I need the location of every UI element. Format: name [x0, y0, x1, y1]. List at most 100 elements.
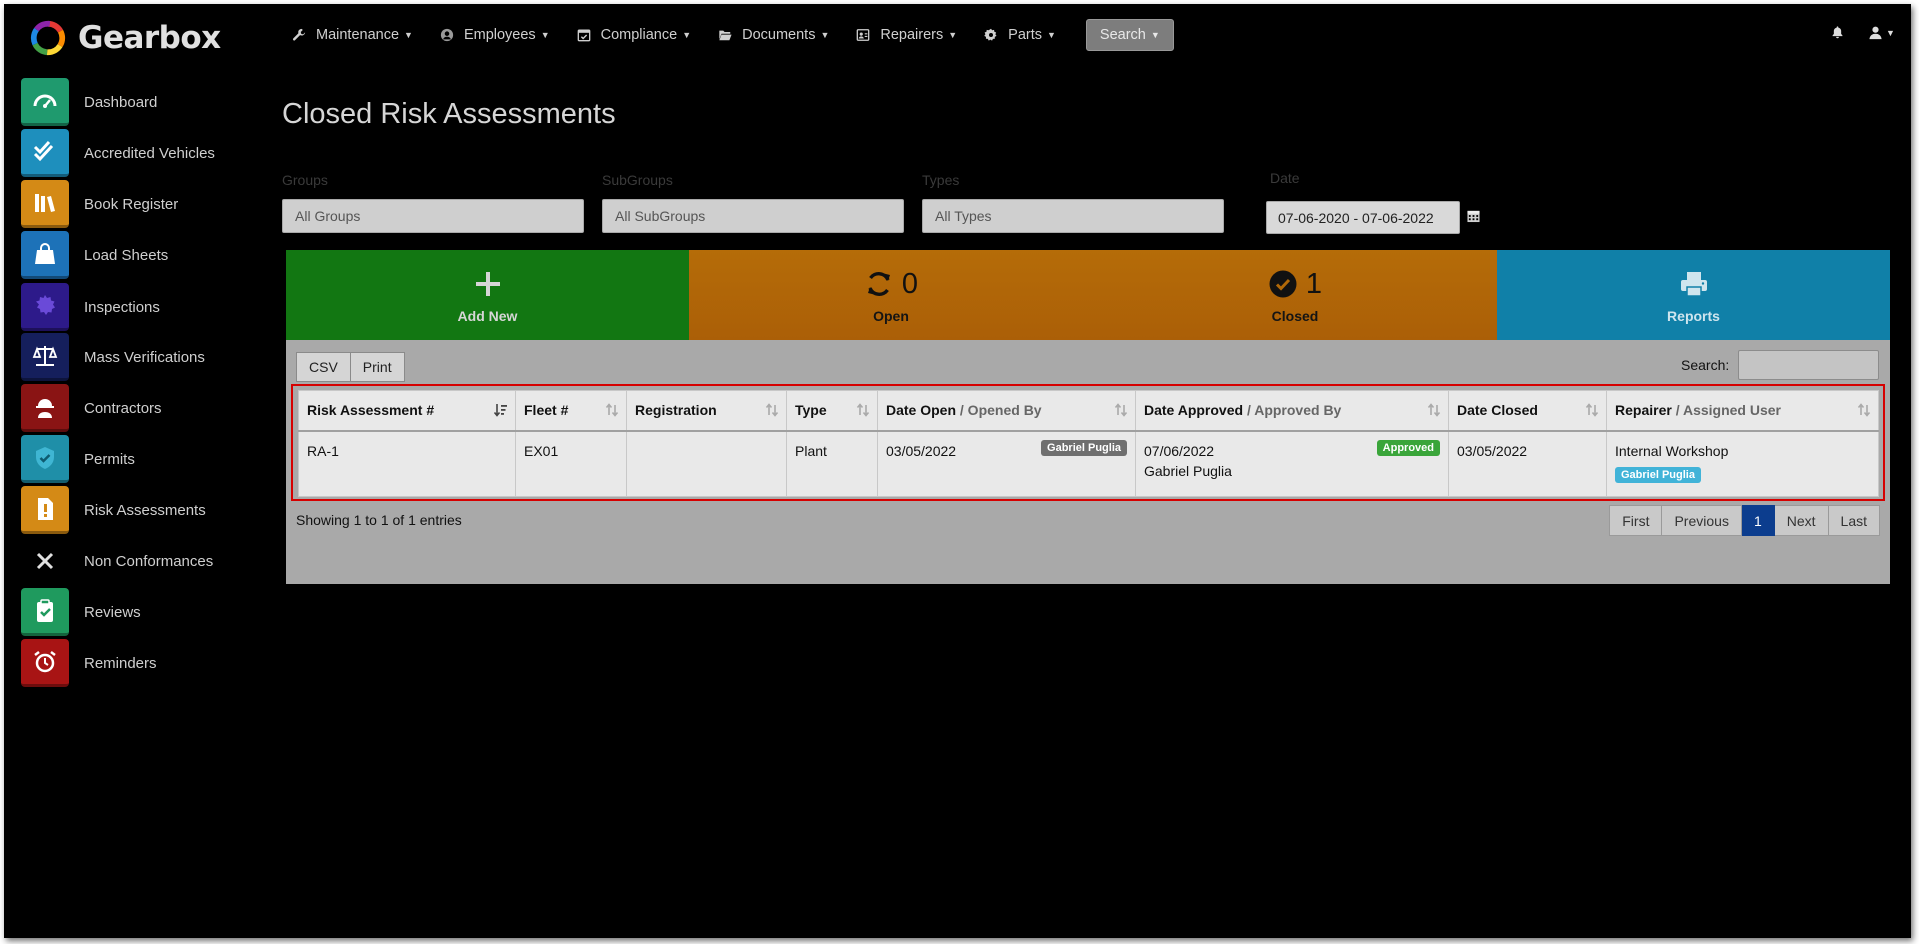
- menu-employees-label: Employees: [463, 27, 536, 43]
- sidebar-item-mass-verifications[interactable]: Mass Verifications: [21, 332, 251, 382]
- x-icon: [21, 537, 69, 585]
- sort-icon: [856, 403, 870, 420]
- add-new-label: Add New: [457, 308, 518, 324]
- closed-label: Closed: [1271, 308, 1319, 324]
- global-search-button[interactable]: Search ▼: [1085, 19, 1174, 51]
- menu-documents-label: Documents: [742, 27, 816, 43]
- status-tiles: 0 Open 1 Closed: [689, 250, 1497, 340]
- refresh-icon: [867, 272, 890, 296]
- column-header-label: Date Open: [886, 402, 957, 419]
- date-range-input[interactable]: 07-06-2020 - 07-06-2022: [1266, 201, 1460, 234]
- groups-select[interactable]: All Groups: [282, 199, 584, 233]
- menu-compliance[interactable]: Compliance ▼: [577, 27, 691, 43]
- sidebar-item-label: Permits: [84, 450, 135, 468]
- column-header-sublabel: / Assigned User: [1671, 402, 1781, 419]
- sidebar-item-label: Load Sheets: [84, 246, 169, 264]
- cell-date-approved: 07/06/2022 Approved Gabriel Puglia: [1135, 430, 1449, 497]
- plus-icon: [475, 272, 500, 296]
- menu-maintenance[interactable]: Maintenance ▼: [292, 27, 413, 43]
- types-select[interactable]: All Types: [922, 199, 1224, 233]
- table-header-row: Risk Assessment # Fleet # Registration Type…: [298, 390, 1879, 432]
- column-header-label: Repairer: [1615, 402, 1672, 419]
- column-header-registration[interactable]: Registration: [626, 390, 787, 432]
- top-menu: Maintenance ▼ Employees ▼ Compliance ▼ Docu…: [292, 19, 1174, 51]
- sidebar-item-permits[interactable]: Permits: [21, 434, 251, 484]
- folder-open-icon: [718, 30, 732, 41]
- page-first-button[interactable]: First: [1609, 505, 1663, 536]
- approved-by-value: Gabriel Puglia: [1144, 462, 1232, 479]
- print-button[interactable]: Print: [350, 352, 405, 382]
- sidebar-item-book-register[interactable]: Book Register: [21, 179, 251, 229]
- reports-tile[interactable]: Reports: [1497, 250, 1890, 340]
- chevron-down-icon: ▼: [404, 30, 413, 40]
- wrench-icon: [292, 28, 306, 41]
- sidebar-item-load-sheets[interactable]: Load Sheets: [21, 230, 251, 280]
- notifications-button[interactable]: [1831, 25, 1844, 39]
- sidebar-item-accredited-vehicles[interactable]: Accredited Vehicles: [21, 128, 251, 178]
- closed-tile[interactable]: 1 Closed: [1093, 250, 1497, 340]
- user-menu-button[interactable]: ▼: [1868, 25, 1895, 40]
- table-panel: CSV Print Search: Risk Assessment # Fleet…: [286, 340, 1890, 584]
- gear-badge-icon: [21, 283, 69, 331]
- open-tile[interactable]: 0 Open: [689, 250, 1093, 340]
- chevron-down-icon: ▼: [820, 30, 830, 40]
- shield-check-icon: [21, 435, 69, 483]
- warning-doc-icon: [21, 486, 69, 534]
- sidebar-item-reviews[interactable]: Reviews: [21, 587, 251, 637]
- sidebar-item-inspections[interactable]: Inspections: [21, 282, 251, 332]
- sidebar-item-label: Accredited Vehicles: [84, 144, 215, 162]
- column-header-date-approved[interactable]: Date Approved / Approved By: [1135, 390, 1449, 432]
- chevron-down-icon: ▼: [540, 30, 550, 40]
- column-header-sublabel: / Opened By: [956, 402, 1042, 419]
- menu-parts[interactable]: Parts ▼: [984, 27, 1056, 43]
- global-search-label: Search: [1099, 27, 1146, 43]
- column-header-type[interactable]: Type: [786, 390, 878, 432]
- user-icon: [1869, 26, 1882, 40]
- column-header-date-open[interactable]: Date Open / Opened By: [877, 390, 1136, 432]
- cell-risk-assessment-number[interactable]: RA-1: [298, 430, 516, 497]
- menu-repairers-label: Repairers: [880, 27, 944, 43]
- menu-repairers[interactable]: Repairers ▼: [856, 27, 957, 43]
- chevron-down-icon: ▼: [948, 30, 958, 40]
- table-row[interactable]: RA-1 EX01 Plant 03/05/2022 Gabriel Pugli…: [298, 430, 1879, 497]
- sidebar-item-label: Book Register: [84, 195, 179, 213]
- table-search-label: Search:: [1681, 357, 1730, 373]
- column-header-fleet[interactable]: Fleet #: [515, 390, 627, 432]
- column-header-date-closed[interactable]: Date Closed: [1448, 390, 1607, 432]
- menu-documents[interactable]: Documents ▼: [718, 27, 829, 43]
- sort-descending-icon: [493, 403, 508, 420]
- table-search-input[interactable]: [1738, 350, 1879, 380]
- calendar-icon[interactable]: [1467, 209, 1480, 223]
- column-header-repairer[interactable]: Repairer / Assigned User: [1606, 390, 1879, 432]
- sidebar-item-dashboard[interactable]: Dashboard: [21, 77, 251, 127]
- column-header-risk-assessment[interactable]: Risk Assessment #: [298, 390, 516, 432]
- app-logo[interactable]: Gearbox: [29, 18, 221, 58]
- risk-assessment-table: Risk Assessment # Fleet # Registration Type…: [291, 384, 1885, 501]
- chevron-down-icon: ▼: [1150, 30, 1160, 40]
- types-label: Types: [922, 172, 960, 188]
- sort-icon: [1114, 403, 1128, 420]
- printer-icon: [1680, 272, 1707, 297]
- subgroups-select[interactable]: All SubGroups: [602, 199, 904, 233]
- menu-parts-label: Parts: [1008, 27, 1042, 43]
- bell-icon: [1832, 26, 1843, 39]
- add-new-tile[interactable]: Add New: [286, 250, 689, 340]
- gearbox-logo-icon: [30, 20, 66, 56]
- sort-icon: [1427, 403, 1441, 420]
- page-current-button[interactable]: 1: [1741, 505, 1775, 536]
- sidebar-item-risk-assessments[interactable]: Risk Assessments: [21, 485, 251, 535]
- sidebar-item-reminders[interactable]: Reminders: [21, 638, 251, 688]
- sidebar-item-label: Inspections: [84, 298, 160, 316]
- column-header-label: Fleet #: [524, 402, 569, 419]
- menu-maintenance-label: Maintenance: [316, 27, 400, 43]
- page-previous-button[interactable]: Previous: [1662, 505, 1742, 536]
- menu-employees[interactable]: Employees ▼: [440, 27, 550, 43]
- sidebar-item-contractors[interactable]: Contractors: [21, 383, 251, 433]
- export-buttons: CSV Print: [296, 352, 405, 382]
- sidebar-item-non-conformances[interactable]: Non Conformances: [21, 536, 251, 586]
- csv-button[interactable]: CSV: [296, 352, 351, 382]
- cell-repairer: Internal Workshop Gabriel Puglia: [1606, 430, 1879, 497]
- page-last-button[interactable]: Last: [1828, 505, 1880, 536]
- id-card-icon: [857, 29, 870, 41]
- page-next-button[interactable]: Next: [1774, 505, 1829, 536]
